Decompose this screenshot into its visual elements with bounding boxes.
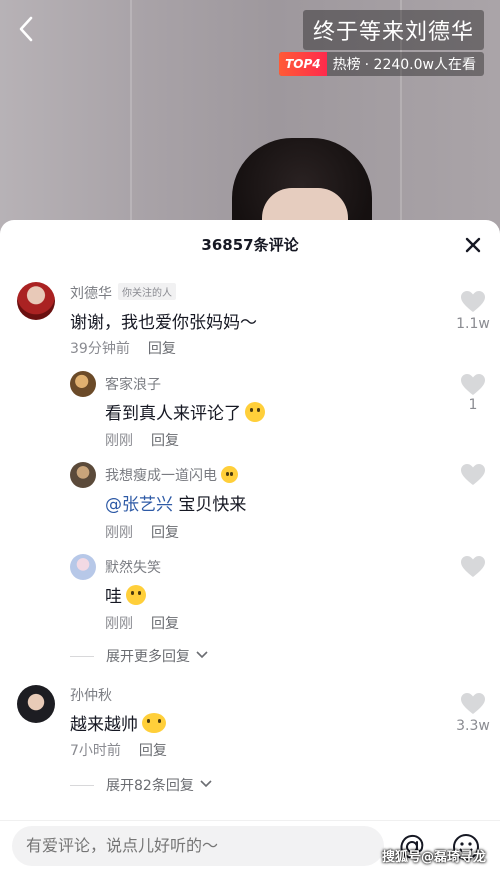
like-button[interactable]	[460, 373, 486, 397]
comment-text: 谢谢，我也爱你张妈妈～	[70, 313, 257, 333]
viewer-count: · 2240.0w人在看	[364, 57, 476, 73]
avatar[interactable]	[17, 282, 55, 320]
comment-meta: 刚刚 回复	[105, 522, 179, 542]
comment-username[interactable]: 刘德华 你关注的人	[70, 283, 176, 303]
laughing-crying-emoji-icon	[126, 585, 146, 605]
like-button[interactable]	[460, 555, 486, 579]
reply-button[interactable]: 回复	[148, 341, 176, 357]
comment-meta: 39分钟前 回复	[70, 338, 176, 358]
heart-icon	[461, 291, 485, 312]
close-button[interactable]	[464, 236, 482, 254]
avatar[interactable]	[70, 371, 96, 397]
chevron-left-icon	[19, 16, 33, 42]
comment-sheet: 36857条评论 刘德华 你关注的人 谢谢，我也爱你张妈妈～ 39分钟前 回复 1.…	[0, 220, 500, 871]
heart-icon	[461, 374, 485, 395]
comment-text: 越来越帅	[70, 710, 166, 735]
reply-button[interactable]: 回复	[151, 616, 179, 632]
heart-icon	[461, 693, 485, 714]
avatar[interactable]	[70, 462, 96, 488]
expand-82-replies-button[interactable]: 展开82条回复	[70, 775, 212, 795]
laughing-emoji-icon	[221, 466, 238, 483]
divider	[70, 656, 94, 657]
close-icon	[465, 237, 481, 253]
comment-meta: 刚刚 回复	[105, 430, 179, 450]
comment-time: 39分钟前	[70, 341, 130, 357]
comment-text: 哇	[105, 582, 146, 607]
divider	[70, 785, 94, 786]
like-button[interactable]	[460, 463, 486, 487]
expand-more-replies-button[interactable]: 展开更多回复	[70, 646, 209, 666]
comment-time: 刚刚	[105, 525, 133, 541]
chevron-down-icon	[196, 651, 209, 659]
back-button[interactable]	[12, 14, 42, 44]
comment-meta: 刚刚 回复	[105, 613, 179, 633]
comment-text: 看到真人来评论了	[105, 399, 265, 424]
comment-time: 刚刚	[105, 433, 133, 449]
comment-input[interactable]	[12, 826, 384, 866]
smug-emoji-icon	[142, 713, 166, 733]
hot-label: 热榜	[332, 57, 361, 73]
chevron-down-icon	[200, 780, 212, 788]
top-rank-badge: TOP4	[279, 52, 327, 76]
hot-list-badge[interactable]: TOP4 热榜 · 2240.0w人在看	[279, 52, 484, 76]
comment-username[interactable]: 孙仲秋	[70, 685, 112, 705]
laughing-crying-emoji-icon	[245, 402, 265, 422]
avatar[interactable]	[17, 685, 55, 723]
comment-text: @张艺兴 宝贝快来	[105, 495, 247, 515]
heart-icon	[461, 556, 485, 577]
comment-username[interactable]: 客家浪子	[105, 374, 161, 394]
comment-count-title: 36857条评论	[201, 236, 299, 254]
reply-button[interactable]: 回复	[151, 525, 179, 541]
following-tag: 你关注的人	[118, 283, 176, 300]
heart-icon	[461, 464, 485, 485]
reply-button[interactable]: 回复	[139, 743, 167, 759]
comment-time: 刚刚	[105, 616, 133, 632]
like-count: 1	[468, 397, 478, 413]
comment-meta: 7小时前 回复	[70, 740, 167, 760]
comment-time: 7小时前	[70, 743, 121, 759]
comment-username[interactable]: 我想瘦成一道闪电	[105, 465, 238, 485]
like-button[interactable]	[460, 692, 486, 716]
comment-username[interactable]: 默然失笑	[105, 557, 161, 577]
avatar[interactable]	[70, 554, 96, 580]
like-button[interactable]	[460, 290, 486, 314]
mention-link[interactable]: @张艺兴	[105, 495, 173, 515]
reply-button[interactable]: 回复	[151, 433, 179, 449]
like-count: 3.3w	[456, 718, 490, 734]
video-title: 终于等来刘德华	[302, 10, 484, 50]
like-count: 1.1w	[456, 316, 490, 332]
watermark: 搜狐号@磊琦寻龙	[381, 850, 486, 865]
